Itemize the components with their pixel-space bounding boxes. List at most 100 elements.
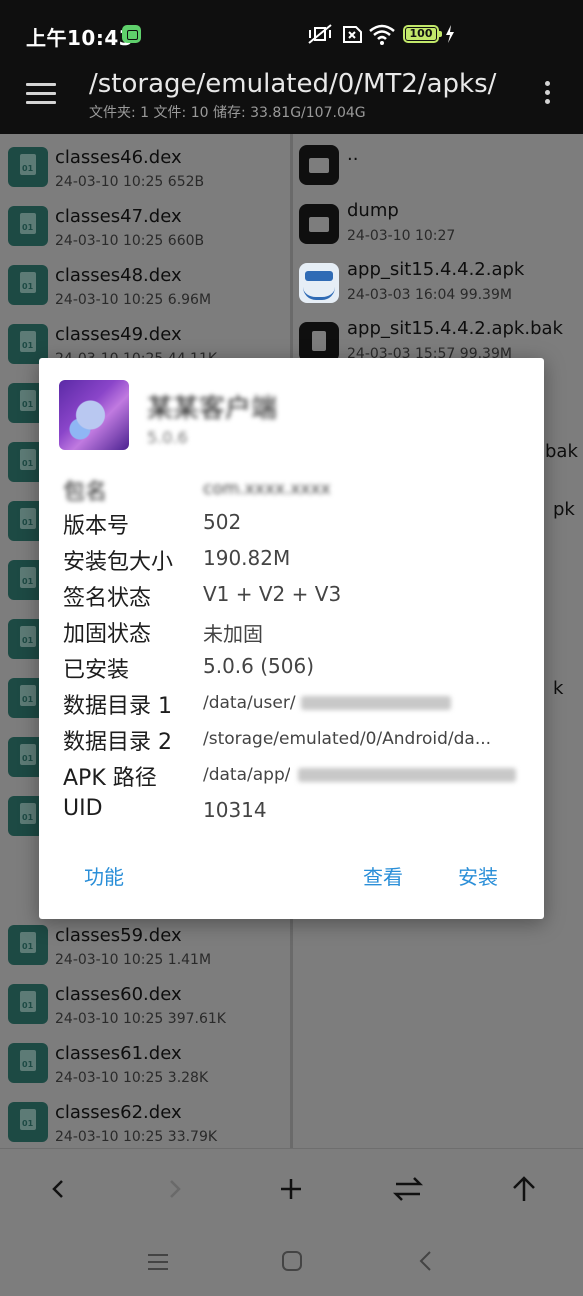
app-name: 某某客户端 (147, 394, 278, 424)
wifi-icon (369, 24, 395, 45)
back-icon[interactable] (38, 1171, 78, 1207)
info-value[interactable]: 502 (203, 510, 241, 534)
dex-file-icon (8, 1102, 48, 1142)
info-key: 已安装 (63, 658, 130, 683)
info-key: 数据目录 1 (63, 694, 172, 719)
info-row-package: 包名 com.xxxx.xxxx (63, 474, 533, 510)
list-item[interactable]: classes48.dex 24-03-10 10:25 6.96M (0, 252, 290, 311)
apk-info-dialog: 某某客户端 5.0.6 包名 com.xxxx.xxxx 版本号 502 安装包… (39, 358, 544, 919)
info-value[interactable]: /data/app/ (203, 765, 290, 785)
list-item[interactable]: classes62.dex 24-03-10 10:25 33.79K (0, 1089, 290, 1148)
app-version-subtitle: 5.0.6 (147, 428, 188, 447)
file-name: classes60.dex (55, 984, 182, 1005)
dex-file-icon (8, 265, 48, 305)
info-value[interactable]: 未加固 (203, 618, 263, 647)
view-button[interactable]: 查看 (363, 861, 403, 890)
no-sim-icon (343, 26, 362, 43)
info-row: 加固状态 未加固 (63, 616, 533, 652)
info-row: 安装包大小 190.82M (63, 544, 533, 580)
info-key: 签名状态 (63, 586, 152, 611)
menu-icon[interactable] (26, 83, 56, 105)
file-name-partial: bak (545, 441, 578, 462)
file-meta: 24-03-10 10:25 33.79K (55, 1129, 218, 1145)
file-name: classes61.dex (55, 1043, 182, 1064)
notification-app-icon (122, 25, 141, 43)
file-name: app_sit15.4.4.2.apk (347, 259, 525, 280)
info-row: 已安装 5.0.6 (506) (63, 652, 533, 688)
dex-file-icon (8, 147, 48, 187)
folder-icon (299, 204, 339, 244)
battery-icon: 100 (403, 25, 442, 43)
more-options-icon[interactable] (543, 81, 551, 111)
info-value[interactable]: 190.82M (203, 546, 290, 570)
info-row: 版本号 502 (63, 508, 533, 544)
file-name: classes59.dex (55, 925, 182, 946)
file-name: classes47.dex (55, 206, 182, 227)
file-name: classes49.dex (55, 324, 182, 345)
current-path[interactable]: /storage/emulated/0/MT2/apks/ (89, 69, 496, 99)
info-value[interactable]: V1 + V2 + V3 (203, 582, 341, 606)
list-item[interactable]: classes46.dex 24-03-10 10:25 652B (0, 134, 290, 193)
file-name: dump (347, 200, 399, 221)
info-key: 数据目录 2 (63, 730, 172, 755)
info-key: 版本号 (63, 514, 130, 539)
file-meta: 24-03-10 10:25 6.96M (55, 292, 212, 308)
info-row: APK 路径 /data/app/ (63, 760, 533, 796)
install-button[interactable]: 安装 (458, 861, 498, 890)
battery-level: 100 (406, 28, 436, 40)
system-nav-bar (0, 1228, 583, 1296)
info-row: 数据目录 1 /data/user/ (63, 688, 533, 724)
list-item[interactable]: classes47.dex 24-03-10 10:25 660B (0, 193, 290, 252)
file-meta: 24-03-10 10:25 397.61K (55, 1011, 226, 1027)
dex-file-icon (8, 206, 48, 246)
home-icon[interactable] (279, 1249, 305, 1273)
file-name: .. (347, 144, 359, 165)
info-row: 数据目录 2 /storage/emulated/0/Android/da... (63, 724, 533, 760)
file-meta: 24-03-10 10:25 652B (55, 174, 205, 190)
info-value[interactable]: /data/user/ (203, 693, 296, 713)
file-meta: 24-03-10 10:25 1.41M (55, 952, 212, 968)
info-row: 签名状态 V1 + V2 + V3 (63, 580, 533, 616)
info-key: APK 路径 (63, 766, 157, 791)
functions-button[interactable]: 功能 (84, 861, 124, 890)
add-icon[interactable] (271, 1171, 311, 1207)
info-value[interactable]: /storage/emulated/0/Android/da... (203, 729, 491, 749)
recents-icon[interactable] (145, 1250, 171, 1274)
dex-file-icon (8, 925, 48, 965)
list-item[interactable]: classes60.dex 24-03-10 10:25 397.61K (0, 971, 290, 1030)
charging-icon (446, 25, 454, 43)
redacted-text (298, 768, 516, 782)
list-item[interactable]: classes61.dex 24-03-10 10:25 3.28K (0, 1030, 290, 1089)
info-key: 包名 (63, 480, 108, 505)
apk-app-icon (299, 263, 339, 303)
status-bar: 上午10:43 100 (0, 0, 583, 66)
storage-info: 文件夹: 1 文件: 10 储存: 33.81G/107.04G (89, 105, 366, 121)
info-key: 安装包大小 (63, 550, 174, 575)
info-value[interactable]: com.xxxx.xxxx (203, 479, 331, 499)
file-name: classes48.dex (55, 265, 182, 286)
forward-icon[interactable] (155, 1171, 195, 1207)
swap-icon[interactable] (388, 1171, 428, 1207)
file-icon (299, 322, 339, 362)
file-name: classes62.dex (55, 1102, 182, 1123)
info-row: UID 10314 (63, 796, 533, 832)
bottom-toolbar (0, 1148, 583, 1228)
file-meta: 24-03-10 10:25 660B (55, 233, 205, 249)
info-value[interactable]: 10314 (203, 798, 267, 822)
list-item-parent[interactable]: .. (293, 134, 583, 193)
mute-vibrate-icon (308, 24, 332, 44)
nav-back-icon[interactable] (413, 1249, 439, 1273)
file-meta: 24-03-10 10:25 3.28K (55, 1070, 209, 1086)
info-key: 加固状态 (63, 622, 152, 647)
file-meta: 24-03-10 10:27 (347, 228, 456, 244)
redacted-text (301, 696, 451, 710)
file-meta: 24-03-03 16:04 99.39M (347, 287, 512, 303)
app-icon (59, 380, 129, 450)
list-item[interactable]: classes59.dex 24-03-10 10:25 1.41M (0, 912, 290, 971)
list-item[interactable]: dump 24-03-10 10:27 (293, 193, 583, 252)
app-bar: /storage/emulated/0/MT2/apks/ 文件夹: 1 文件:… (0, 66, 583, 134)
up-icon[interactable] (504, 1171, 544, 1207)
folder-icon (299, 145, 339, 185)
list-item[interactable]: app_sit15.4.4.2.apk 24-03-03 16:04 99.39… (293, 252, 583, 311)
info-value[interactable]: 5.0.6 (506) (203, 654, 314, 678)
